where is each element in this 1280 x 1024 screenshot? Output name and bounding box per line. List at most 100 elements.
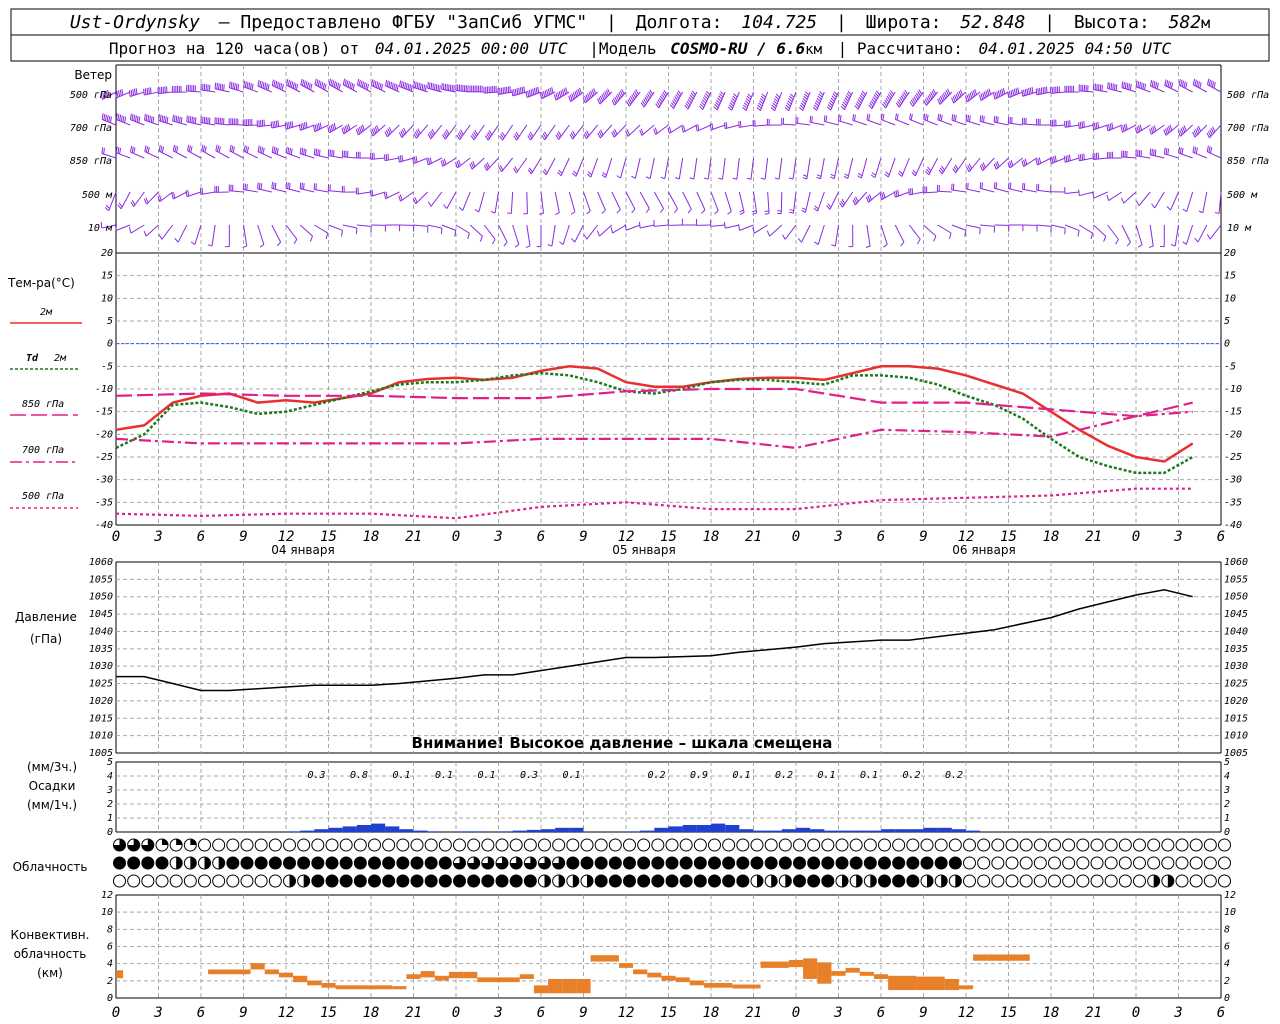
cloud-circle	[1203, 856, 1217, 870]
wind-barb	[1106, 191, 1123, 202]
cloud-circle	[637, 838, 651, 852]
cloud-circle	[821, 838, 835, 852]
wind-barb	[1178, 146, 1193, 159]
wind-barb-feather	[275, 120, 278, 127]
wind-barb-feather	[1178, 78, 1181, 86]
wind-barb-shaft	[516, 124, 528, 141]
conv-bar	[420, 971, 435, 978]
conv-bar	[618, 963, 634, 968]
meteogram: Ust-Ordynsky — Предоставлено ФГБУ "ЗапСи…	[7, 8, 1270, 1021]
cloud-symbol	[297, 874, 311, 888]
wind-barb-feather	[355, 129, 359, 136]
cloud-symbol	[538, 874, 551, 888]
pressure-ytick-right: 1025	[1224, 679, 1248, 690]
wind-barb-shaft	[678, 157, 684, 180]
conv-xtick: 0	[452, 1005, 460, 1021]
cloud-symbol	[679, 874, 693, 888]
cloud-symbol	[1203, 874, 1217, 888]
wind-barb-shaft	[951, 119, 967, 126]
wind-barb-feather	[811, 116, 813, 123]
cloud-fill	[870, 875, 877, 888]
wind-barb-shaft	[568, 191, 576, 213]
pressure-ytick-right: 1055	[1224, 574, 1248, 585]
wind-barb-feather	[289, 80, 292, 87]
precip-bar	[640, 830, 655, 832]
cloud-symbol	[240, 874, 254, 888]
cloud-circle	[339, 856, 353, 870]
wind-barb-feather	[1170, 82, 1174, 89]
wind-barb-feather	[385, 154, 388, 161]
wind-barb-shaft	[653, 191, 665, 209]
wind-level-10m-right: 10 м	[1227, 223, 1252, 234]
wind-barb	[427, 124, 443, 140]
wind-barb-shaft	[526, 191, 528, 214]
wind-barb-feather	[766, 230, 770, 237]
wind-barb-shaft	[941, 157, 953, 175]
wind-barb-feather	[371, 189, 374, 196]
cloud-symbol	[240, 838, 254, 852]
cloud-circle	[1019, 838, 1033, 852]
cloud-circle	[1189, 838, 1203, 852]
wind-barb	[802, 157, 811, 180]
wind-barb-feather	[909, 113, 912, 120]
wind-barb	[813, 191, 825, 212]
wind-barb-shaft	[710, 191, 719, 211]
wind-barb-feather	[814, 102, 819, 107]
wind-barb-feather	[271, 182, 274, 189]
conv-bar	[434, 975, 449, 981]
wind-barb	[1007, 157, 1023, 169]
wind-barb-feather	[427, 158, 431, 165]
wind-barb-feather	[516, 88, 519, 95]
wind-barb	[355, 124, 372, 136]
cloud-circle	[1133, 856, 1146, 870]
wind-barb	[498, 224, 508, 247]
wind-barb-shaft	[483, 224, 496, 240]
precip-bar	[682, 825, 697, 832]
cloud-circle	[750, 856, 764, 870]
wind-barb-feather	[895, 190, 898, 197]
wind-barb-feather	[882, 114, 885, 121]
wind-barb-feather	[273, 182, 275, 189]
wind-barb	[732, 157, 740, 180]
cloud-symbol	[127, 838, 141, 852]
precip-bar	[852, 830, 867, 832]
wind-barb-feather	[965, 182, 968, 189]
wind-barb-feather	[1169, 81, 1172, 88]
wind-barb-shaft	[901, 157, 910, 177]
wind-barb-feather	[631, 208, 636, 214]
cloud-circle	[948, 856, 962, 870]
wind-barb	[385, 79, 400, 93]
temp-series-td	[115, 371, 1194, 475]
wind-barb-shaft	[914, 157, 924, 176]
wind-barb-feather	[370, 79, 374, 86]
conv-bar	[264, 969, 279, 975]
wind-barb-feather	[398, 195, 401, 202]
wind-barb	[398, 124, 414, 138]
conv-xtick: 9	[919, 1005, 927, 1021]
wind-barb	[1160, 224, 1165, 248]
wind-barb	[1049, 155, 1066, 165]
wind-barb	[965, 182, 981, 193]
cloud-symbol	[963, 838, 976, 852]
wind-barb-feather	[276, 241, 281, 247]
wind-barb-shaft	[271, 224, 282, 243]
wind-barb-feather	[1183, 81, 1186, 88]
cloud-symbol	[1218, 856, 1231, 870]
wind-barb-feather	[416, 82, 419, 89]
wind-barb-feather	[1024, 89, 1027, 96]
wind-barb-shaft	[937, 224, 952, 234]
wind-barb-feather	[287, 147, 290, 154]
wind-barb-shaft	[792, 191, 797, 214]
cloud-symbol	[509, 874, 523, 888]
wind-barb	[513, 124, 528, 141]
wind-barb-shaft	[328, 155, 343, 159]
wind-barb-feather	[174, 145, 177, 152]
wind-barb-feather	[385, 191, 388, 199]
wind-barb	[271, 224, 282, 247]
wind-barb	[1106, 122, 1123, 132]
cloud-symbol	[226, 856, 240, 870]
cloud-circle	[1175, 838, 1189, 852]
wind-barb	[854, 90, 868, 110]
cloud-symbol	[368, 838, 381, 852]
cloud-symbol	[793, 856, 806, 870]
